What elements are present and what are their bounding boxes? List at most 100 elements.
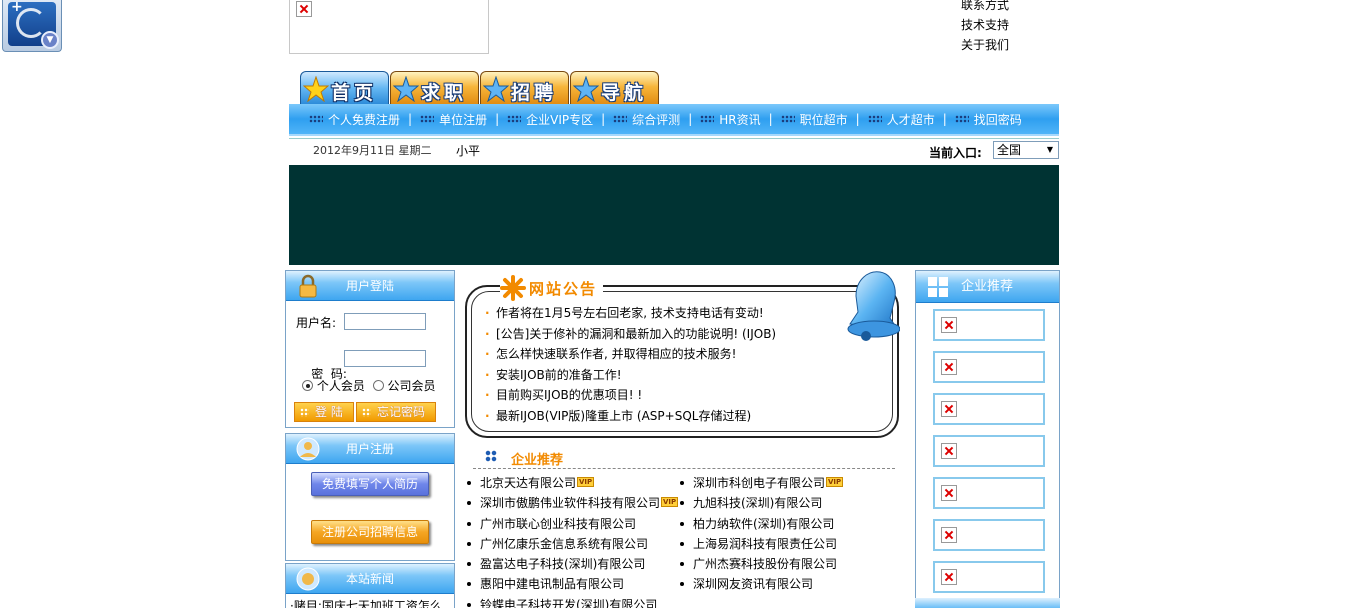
nav-job-market[interactable]: 职位超市 — [780, 111, 848, 128]
enterprise-name: 深圳市傲鹏伟业软件科技有限公司 — [480, 496, 661, 511]
enterprise-name: 盈富达电子科技(深圳)有限公司 — [480, 557, 646, 572]
tab-navigation[interactable]: 导航 — [570, 71, 659, 105]
enterprise-item[interactable]: 惠阳中建电讯制品有限公司 — [466, 574, 678, 594]
password-input[interactable] — [344, 350, 426, 367]
entry-select[interactable]: 全国 ▼ — [993, 141, 1059, 159]
nav-hr-news[interactable]: HR资讯 — [700, 111, 761, 128]
top-links: 联系方式 技术支持 关于我们 — [961, 0, 1009, 55]
enterprise-item[interactable]: 铃蝶电子科技开发(深圳)有限公司 — [466, 595, 678, 608]
enterprise-item[interactable]: 上海易润科技有限责任公司 — [679, 534, 843, 554]
enterprise-item[interactable]: 广州亿康乐金信息系统有限公司 — [466, 534, 678, 554]
nav-company-register[interactable]: 单位注册 — [420, 111, 487, 128]
dots-icon — [700, 115, 715, 123]
company-logo[interactable] — [933, 393, 1045, 425]
login-panel-header: 用户登陆 — [286, 271, 454, 301]
nav-divider: | — [855, 112, 860, 126]
register-person-button[interactable]: 免费填写个人简历 — [311, 472, 429, 496]
enterprise-item[interactable]: 广州市联心创业科技有限公司 — [466, 514, 678, 534]
nav-vip-zone[interactable]: 企业VIP专区 — [507, 111, 593, 128]
dots-icon — [613, 115, 628, 123]
app-shortcut-icon[interactable]: + ▼ — [2, 0, 62, 52]
announcement-title: 网站公告 — [500, 272, 604, 304]
date-row: 2012年9月11日 星期二 小平 当前入口: 全国 ▼ — [289, 138, 1059, 162]
forgot-password-button[interactable]: 忘记密码 — [356, 402, 436, 422]
tab-recruit[interactable]: 招聘 — [480, 71, 569, 105]
company-logo[interactable] — [933, 435, 1045, 467]
nav-label: 人才超市 — [886, 112, 935, 127]
nav-divider: | — [408, 112, 413, 126]
tab-home[interactable]: 首页 — [300, 71, 389, 105]
enterprise-name: 广州亿康乐金信息系统有限公司 — [480, 536, 649, 551]
company-logo[interactable] — [933, 351, 1045, 383]
right-enterprise-panel: 企业推荐 — [915, 270, 1060, 608]
dots-icon — [507, 115, 522, 123]
announcement-item[interactable]: [公告]关于修补的漏洞和最新加入的功能说明! (IJOB) — [484, 324, 776, 345]
register-company-button[interactable]: 注册公司招聘信息 — [311, 520, 429, 544]
announcement-item[interactable]: 作者将在1月5号左右回老家, 技术支持电话有变动! — [484, 303, 776, 324]
username-label: 用户名: — [296, 316, 337, 330]
broken-image-icon — [941, 569, 957, 585]
dots-icon — [300, 408, 309, 417]
news-panel-title: 本站新闻 — [345, 572, 394, 586]
flash-banner — [289, 165, 1059, 265]
nav-divider: | — [601, 112, 606, 126]
nav-evaluation[interactable]: 综合评测 — [613, 111, 680, 128]
enterprise-item[interactable]: 深圳网友资讯有限公司 — [679, 574, 843, 594]
announcement-item[interactable]: 怎么样快速联系作者, 并取得相应的技术服务! — [484, 344, 776, 365]
vip-badge: VIP — [661, 497, 679, 508]
enterprise-item[interactable]: 深圳市科创电子有限公司 VIP — [679, 473, 844, 493]
grid-icon — [485, 450, 497, 462]
enterprise-section-title: 企业推荐 — [511, 453, 564, 468]
enterprise-item[interactable]: 盈富达电子科技(深圳)有限公司 — [466, 554, 678, 574]
entry-label: 当前入口: — [929, 146, 982, 160]
announcement-item[interactable]: 最新IJOB(VIP版)隆重上市 (ASP+SQL存储过程) — [484, 406, 776, 427]
windows-grid-icon — [928, 277, 948, 297]
nav-personal-register[interactable]: 个人免费注册 — [309, 111, 400, 128]
announcement-title-text: 网站公告 — [529, 279, 598, 298]
enterprise-list-right: 深圳市科创电子有限公司 VIP 九旭科技(深圳)有限公司 柏力纳软件(深圳)有限公司上… — [679, 473, 844, 595]
news-item[interactable]: ·赌目:国庆七天加班工资怎么 — [290, 597, 442, 608]
register-panel-header: 用户注册 — [286, 434, 454, 464]
news-panel: 本站新闻 ·赌目:国庆七天加班工资怎么 — [285, 563, 455, 608]
enterprise-name: 九旭科技(深圳)有限公司 — [693, 496, 823, 511]
nav-divider: | — [942, 112, 947, 126]
login-panel: 用户登陆 用户名: 密 码: 个人会员 公司会员 登 陆 忘记密码 — [285, 270, 455, 428]
user-text: 小平 — [456, 144, 481, 158]
username-input[interactable] — [344, 313, 426, 330]
company-logo[interactable] — [933, 519, 1045, 551]
enterprise-item[interactable]: 柏力纳软件(深圳)有限公司 — [679, 514, 843, 534]
register-panel: 用户注册 免费填写个人简历 注册公司招聘信息 — [285, 433, 455, 561]
login-button[interactable]: 登 陆 — [294, 402, 354, 422]
announcement-list: 作者将在1月5号左右回老家, 技术支持电话有变动! [公告]关于修补的漏洞和最新… — [484, 303, 776, 426]
nav-divider: | — [768, 112, 773, 126]
enterprise-item[interactable]: 九旭科技(深圳)有限公司 — [679, 493, 843, 513]
dots-icon — [309, 115, 323, 123]
forgot-button-label: 忘记密码 — [377, 405, 426, 419]
radio-company[interactable] — [372, 380, 384, 391]
register-panel-title: 用户注册 — [345, 442, 394, 456]
nav-recover-password[interactable]: 找回密码 — [954, 111, 1022, 128]
tab-navigation-label: 导航 — [601, 82, 648, 104]
radio-person[interactable] — [302, 380, 313, 391]
contact-link[interactable]: 联系方式 — [961, 0, 1009, 15]
company-logo[interactable] — [933, 561, 1045, 593]
enterprise-item[interactable]: 北京天达有限公司 VIP — [466, 473, 678, 493]
nav-label: 找回密码 — [973, 112, 1022, 127]
company-logo[interactable] — [933, 477, 1045, 509]
enterprise-name: 柏力纳软件(深圳)有限公司 — [693, 516, 835, 531]
company-logo[interactable] — [933, 309, 1045, 341]
tech-support-link[interactable]: 技术支持 — [961, 15, 1009, 35]
about-us-link[interactable]: 关于我们 — [961, 35, 1009, 55]
dots-icon — [362, 408, 371, 417]
enterprise-item[interactable]: 广州杰赛科技股份有限公司 — [679, 554, 843, 574]
nav-talent-market[interactable]: 人才超市 — [867, 111, 935, 128]
announcement-item[interactable]: 目前购买IJOB的优惠项目! ! — [484, 385, 776, 406]
announcement-item[interactable]: 安装IJOB前的准备工作! — [484, 365, 776, 386]
star-icon — [573, 76, 599, 102]
enterprise-name: 惠阳中建电讯制品有限公司 — [480, 577, 625, 592]
radio-person-label: 个人会员 — [316, 379, 365, 393]
tab-job-seek[interactable]: 求职 — [390, 71, 479, 105]
enterprise-item[interactable]: 深圳市傲鹏伟业软件科技有限公司 VIP — [466, 493, 679, 513]
enterprise-name: 铃蝶电子科技开发(深圳)有限公司 — [480, 597, 658, 608]
broken-image-icon — [296, 1, 312, 17]
